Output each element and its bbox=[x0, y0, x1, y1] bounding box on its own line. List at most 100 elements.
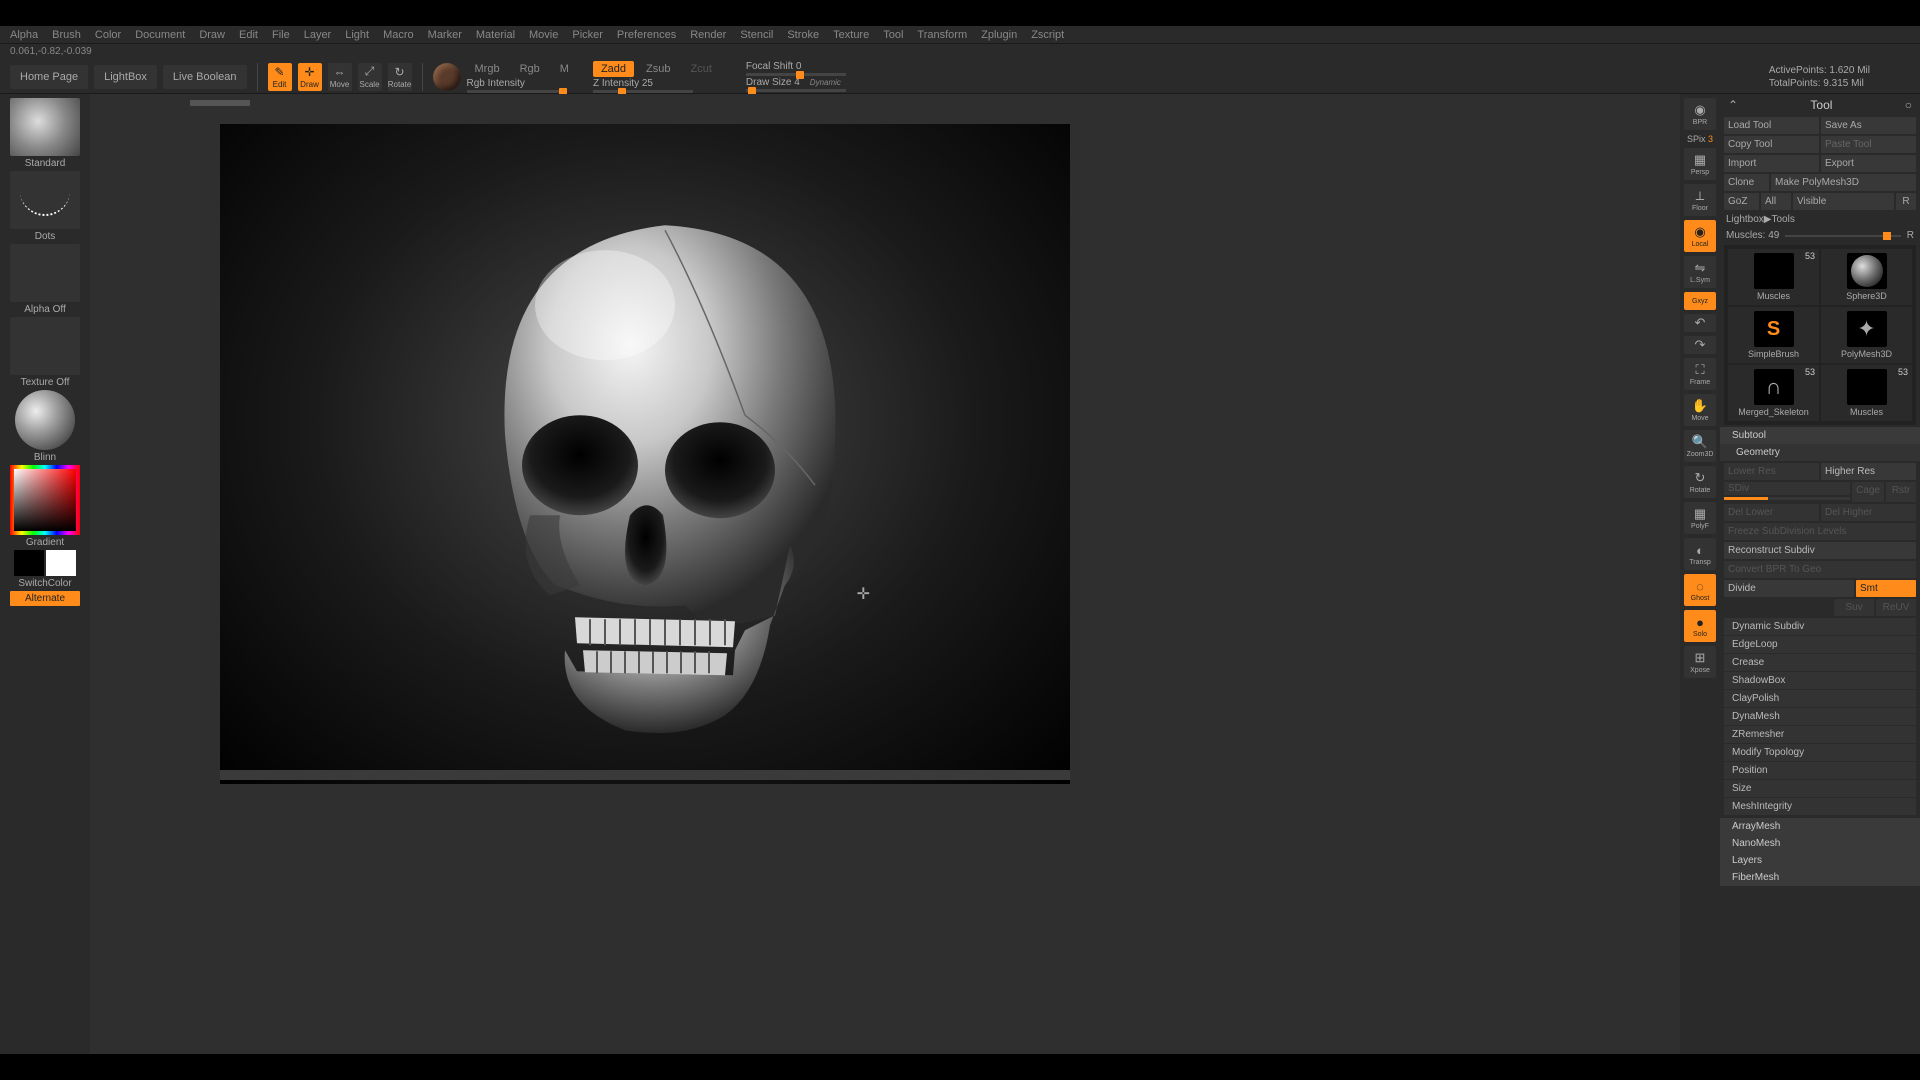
menu-macro[interactable]: Macro bbox=[383, 29, 414, 41]
load-tool-button[interactable]: Load Tool bbox=[1724, 117, 1819, 134]
goz-all-button[interactable]: All bbox=[1761, 193, 1791, 210]
smt-button[interactable]: Smt bbox=[1856, 580, 1916, 597]
menu-zscript[interactable]: Zscript bbox=[1031, 29, 1064, 41]
tool-item-merged-skeleton[interactable]: 53Merged_Skeleton bbox=[1728, 365, 1819, 421]
paste-tool-button[interactable]: Paste Tool bbox=[1821, 136, 1916, 153]
rgb-intensity-slider[interactable] bbox=[467, 90, 567, 93]
tool-item-muscles[interactable]: 53Muscles bbox=[1728, 249, 1819, 305]
nanomesh-header[interactable]: NanoMesh bbox=[1720, 835, 1920, 852]
menu-layer[interactable]: Layer bbox=[304, 29, 332, 41]
rgb-button[interactable]: Rgb bbox=[512, 61, 548, 77]
goz-visible-button[interactable]: Visible bbox=[1793, 193, 1894, 210]
suv-button[interactable]: Suv bbox=[1834, 599, 1874, 616]
menu-preferences[interactable]: Preferences bbox=[617, 29, 676, 41]
move-mode-button[interactable]: ⇔Move bbox=[328, 63, 352, 91]
meshintegrity-header[interactable]: MeshIntegrity bbox=[1724, 798, 1916, 815]
convert-bpr-button[interactable]: Convert BPR To Geo bbox=[1724, 561, 1916, 578]
dynamic-subdiv-header[interactable]: Dynamic Subdiv bbox=[1724, 618, 1916, 635]
viewport-scrollbar[interactable] bbox=[220, 770, 1070, 780]
subtool-section-header[interactable]: Subtool bbox=[1720, 427, 1920, 444]
menu-render[interactable]: Render bbox=[690, 29, 726, 41]
rstr-button[interactable]: Rstr bbox=[1886, 482, 1916, 502]
zoom-button[interactable]: 🔍Zoom3D bbox=[1684, 430, 1716, 462]
draw-mode-button[interactable]: ✛Draw bbox=[298, 63, 322, 91]
r-toggle[interactable]: R bbox=[1907, 230, 1914, 241]
tool-item-sphere3d[interactable]: Sphere3D bbox=[1821, 249, 1912, 305]
import-button[interactable]: Import bbox=[1724, 155, 1819, 172]
menu-document[interactable]: Document bbox=[135, 29, 185, 41]
focal-shift-slider[interactable] bbox=[746, 73, 846, 76]
menu-tool[interactable]: Tool bbox=[883, 29, 903, 41]
menu-picker[interactable]: Picker bbox=[572, 29, 603, 41]
reuv-button[interactable]: ReUV bbox=[1876, 599, 1916, 616]
collapse-arrow-icon[interactable]: ⌃ bbox=[1728, 98, 1738, 112]
clone-button[interactable]: Clone bbox=[1724, 174, 1769, 191]
ghost-button[interactable]: ◌Ghost bbox=[1684, 574, 1716, 606]
claypolish-header[interactable]: ClayPolish bbox=[1724, 690, 1916, 707]
mrgb-button[interactable]: Mrgb bbox=[467, 61, 508, 77]
menu-color[interactable]: Color bbox=[95, 29, 121, 41]
lightbox-button[interactable]: LightBox bbox=[94, 65, 157, 89]
shadowbox-header[interactable]: ShadowBox bbox=[1724, 672, 1916, 689]
modify-topology-header[interactable]: Modify Topology bbox=[1724, 744, 1916, 761]
move-view-button[interactable]: ✋Move bbox=[1684, 394, 1716, 426]
alternate-button[interactable]: Alternate bbox=[10, 591, 80, 606]
xyz-button[interactable]: Gxyz bbox=[1684, 292, 1716, 310]
goz-r-button[interactable]: R bbox=[1896, 193, 1916, 210]
zcut-button[interactable]: Zcut bbox=[682, 61, 719, 77]
spix-readout[interactable]: SPix 3 bbox=[1687, 134, 1713, 144]
save-as-button[interactable]: Save As bbox=[1821, 117, 1916, 134]
tool-item-polymesh3d[interactable]: PolyMesh3D bbox=[1821, 307, 1912, 363]
transp-button[interactable]: ◐Transp bbox=[1684, 538, 1716, 570]
lower-res-button[interactable]: Lower Res bbox=[1724, 463, 1819, 480]
frame-button[interactable]: ⛶Frame bbox=[1684, 358, 1716, 390]
floor-button[interactable]: ⟂Floor bbox=[1684, 184, 1716, 216]
higher-res-button[interactable]: Higher Res bbox=[1821, 463, 1916, 480]
rotate-mode-button[interactable]: ↻Rotate bbox=[388, 63, 412, 91]
alpha-thumbnail[interactable] bbox=[10, 244, 80, 302]
menu-edit[interactable]: Edit bbox=[239, 29, 258, 41]
zremesher-header[interactable]: ZRemesher bbox=[1724, 726, 1916, 743]
menu-transform[interactable]: Transform bbox=[917, 29, 967, 41]
persp-button[interactable]: ▦Persp bbox=[1684, 148, 1716, 180]
del-lower-button[interactable]: Del Lower bbox=[1724, 504, 1819, 521]
3d-viewport[interactable]: ✛ bbox=[220, 124, 1070, 784]
solo-button[interactable]: ●Solo bbox=[1684, 610, 1716, 642]
color-picker[interactable] bbox=[10, 465, 80, 535]
size-header[interactable]: Size bbox=[1724, 780, 1916, 797]
switch-color-button[interactable]: SwitchColor bbox=[18, 578, 71, 589]
edgeloop-header[interactable]: EdgeLoop bbox=[1724, 636, 1916, 653]
menu-stroke[interactable]: Stroke bbox=[787, 29, 819, 41]
undo-button[interactable]: ↶ bbox=[1684, 314, 1716, 332]
tool-item-simplebrush[interactable]: SSimpleBrush bbox=[1728, 307, 1819, 363]
bpr-button[interactable]: ◉BPR bbox=[1684, 98, 1716, 130]
menu-marker[interactable]: Marker bbox=[428, 29, 462, 41]
main-color-swatch[interactable] bbox=[14, 550, 44, 576]
material-thumbnail[interactable] bbox=[15, 390, 75, 450]
draw-size-slider[interactable] bbox=[746, 89, 846, 92]
arraymesh-header[interactable]: ArrayMesh bbox=[1720, 818, 1920, 835]
menu-stencil[interactable]: Stencil bbox=[740, 29, 773, 41]
material-preview-button[interactable] bbox=[433, 63, 461, 91]
reconstruct-subdiv-button[interactable]: Reconstruct Subdiv bbox=[1724, 542, 1916, 559]
zadd-button[interactable]: Zadd bbox=[593, 61, 634, 77]
local-button[interactable]: ◉Local bbox=[1684, 220, 1716, 252]
brush-thumbnail[interactable] bbox=[10, 98, 80, 156]
crease-header[interactable]: Crease bbox=[1724, 654, 1916, 671]
tool-slider[interactable] bbox=[1785, 235, 1900, 237]
canvas-drag-handle[interactable] bbox=[190, 100, 250, 106]
geometry-section-header[interactable]: Geometry bbox=[1720, 444, 1920, 461]
cage-button[interactable]: Cage bbox=[1852, 482, 1884, 502]
panel-menu-icon[interactable]: ○ bbox=[1905, 98, 1912, 112]
menu-draw[interactable]: Draw bbox=[199, 29, 225, 41]
menu-texture[interactable]: Texture bbox=[833, 29, 869, 41]
polyf-button[interactable]: ▦PolyF bbox=[1684, 502, 1716, 534]
edit-mode-button[interactable]: ✎Edit bbox=[268, 63, 292, 91]
m-button[interactable]: M bbox=[552, 61, 577, 77]
menu-movie[interactable]: Movie bbox=[529, 29, 558, 41]
copy-tool-button[interactable]: Copy Tool bbox=[1724, 136, 1819, 153]
menu-file[interactable]: File bbox=[272, 29, 290, 41]
export-button[interactable]: Export bbox=[1821, 155, 1916, 172]
divide-button[interactable]: Divide bbox=[1724, 580, 1854, 597]
lightbox-tools-link[interactable]: Lightbox▶Tools bbox=[1720, 211, 1920, 228]
